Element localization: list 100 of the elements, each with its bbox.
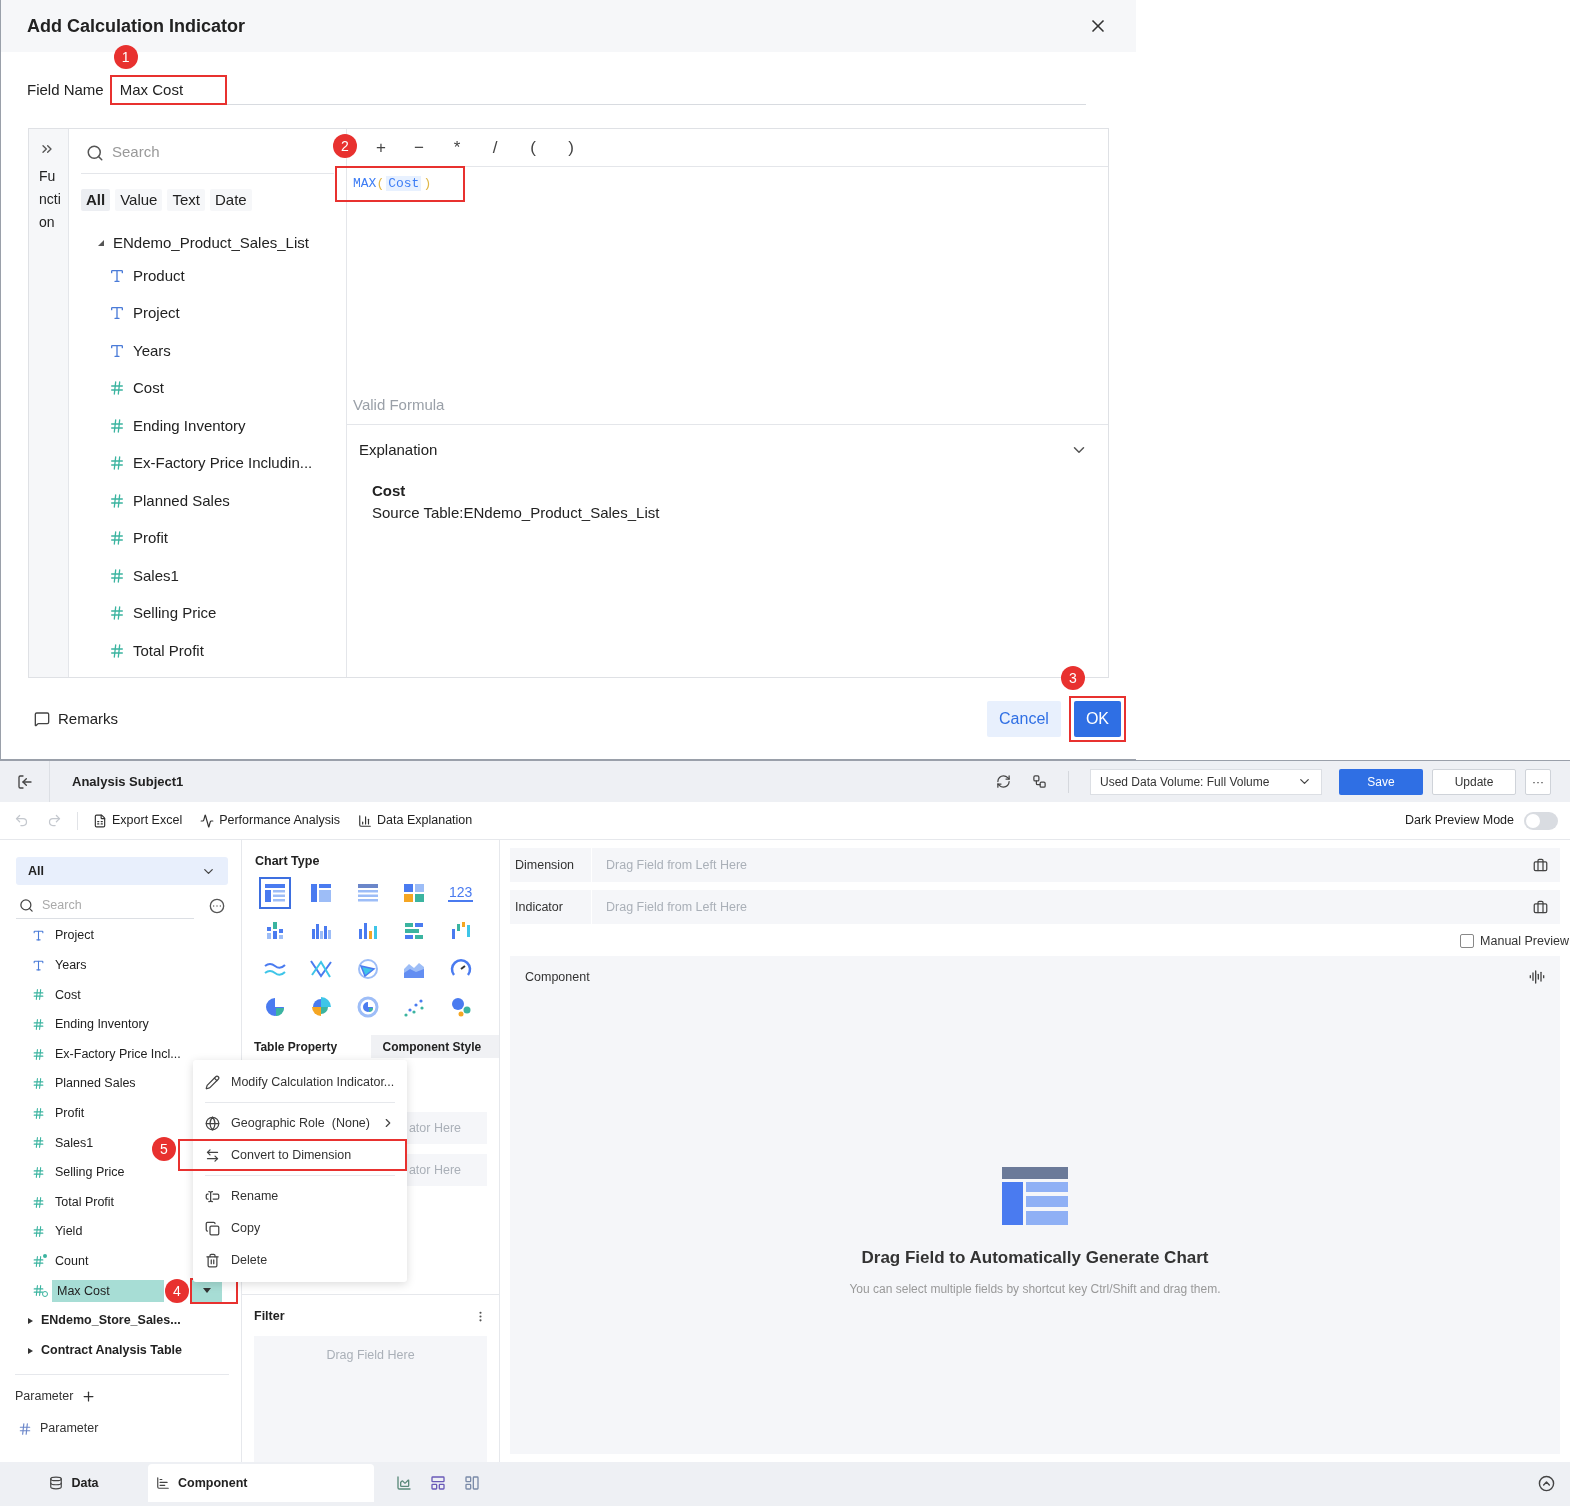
count-field-icon xyxy=(32,1254,45,1268)
number-type-icon xyxy=(109,492,125,509)
more-options-icon[interactable] xyxy=(209,898,225,914)
field-tree-item[interactable]: Selling Price xyxy=(81,594,334,632)
field-tree-item[interactable]: Profit xyxy=(81,519,334,557)
add-panel-icon[interactable] xyxy=(464,1475,480,1491)
field-item[interactable]: Total Profit xyxy=(55,1192,115,1212)
field-tree-item[interactable]: Project xyxy=(81,294,334,332)
field-shelf[interactable]: Indicator Drag Field from Left Here xyxy=(510,890,1560,924)
filter-tab[interactable]: Text xyxy=(167,189,205,211)
data-table-item[interactable]: ENdemo_Store_Sales... xyxy=(41,1311,181,1331)
swap-arrows-icon xyxy=(205,1147,220,1163)
filter-tab[interactable]: Value xyxy=(115,189,163,211)
more-button[interactable]: ··· xyxy=(1525,768,1551,795)
operator-button[interactable]: / xyxy=(485,134,505,161)
number-type-icon xyxy=(32,1106,45,1120)
field-shelf[interactable]: Dimension Drag Field from Left Here xyxy=(510,848,1560,882)
menu-item[interactable]: Rename xyxy=(193,1180,407,1212)
collapsed-triangle-icon[interactable] xyxy=(26,1316,34,1325)
expanded-triangle-icon[interactable] xyxy=(97,239,105,247)
toolbar-action[interactable]: Export Excel xyxy=(112,811,183,830)
field-item[interactable]: Years xyxy=(55,956,87,975)
highlight-frame xyxy=(1068,696,1126,742)
number-type-icon xyxy=(32,1195,45,1209)
menu-item[interactable]: Delete xyxy=(193,1244,407,1276)
database-icon xyxy=(49,1476,64,1490)
briefcase-icon[interactable] xyxy=(1533,899,1548,915)
briefcase-icon[interactable] xyxy=(1533,857,1548,873)
field-item[interactable]: Project xyxy=(55,926,94,946)
text-type-icon xyxy=(32,958,45,972)
table-tree-item[interactable]: ENdemo_Product_Sales_List xyxy=(81,229,334,257)
operator-button[interactable]: ) xyxy=(561,134,581,161)
operator-button[interactable]: + xyxy=(371,134,391,161)
parameter-item[interactable]: Parameter xyxy=(40,1419,99,1439)
remarks-link[interactable]: Remarks xyxy=(58,707,118,731)
field-item[interactable]: Cost xyxy=(55,985,81,1005)
field-tree-item[interactable]: Total Profit xyxy=(81,632,334,670)
refresh-icon[interactable] xyxy=(996,774,1011,789)
bottom-tab[interactable]: Data xyxy=(0,1464,148,1502)
add-layout-icon[interactable] xyxy=(430,1475,446,1491)
toolbar-action[interactable]: Performance Analysis xyxy=(219,811,341,830)
field-tree-item[interactable]: Cost xyxy=(81,369,334,407)
explanation-title: Explanation xyxy=(359,440,438,460)
formula-expression[interactable]: MAX( Cost ) xyxy=(353,174,432,194)
component-title: Component xyxy=(525,969,590,986)
parameter-title: Parameter xyxy=(15,1387,74,1405)
property-tab[interactable]: Table Property xyxy=(242,1034,371,1059)
field-item[interactable]: Selling Price xyxy=(55,1163,125,1182)
field-item[interactable]: Planned Sales xyxy=(55,1074,136,1094)
ok-button[interactable]: OK xyxy=(1073,701,1121,737)
cancel-button[interactable]: Cancel xyxy=(987,701,1061,737)
field-tree-item[interactable]: Ending Inventory xyxy=(81,407,334,445)
filter-tab[interactable]: All xyxy=(81,189,111,211)
toolbar-action[interactable]: Data Explanation xyxy=(377,811,473,830)
exit-icon[interactable] xyxy=(16,773,33,790)
menu-item[interactable]: Copy xyxy=(193,1212,407,1244)
menu-item[interactable]: Modify Calculation Indicator... xyxy=(193,1066,407,1098)
number-type-icon xyxy=(109,455,125,472)
add-icon[interactable] xyxy=(81,1388,97,1404)
manual-preview-checkbox[interactable] xyxy=(1460,934,1475,948)
filter-title: Filter xyxy=(254,1308,285,1326)
explanation-source: Source Table:ENdemo_Product_Sales_List xyxy=(372,503,661,523)
text-type-icon xyxy=(32,929,45,943)
data-table-item[interactable]: Contract Analysis Table xyxy=(41,1341,182,1361)
field-item[interactable]: Count xyxy=(55,1251,89,1271)
scope-select[interactable]: All xyxy=(16,857,228,885)
number-type-icon xyxy=(109,380,125,397)
field-tree-item[interactable]: Sales1 xyxy=(81,557,334,595)
add-chart-icon[interactable] xyxy=(396,1475,412,1491)
menu-item[interactable]: Geographic Role (None) xyxy=(193,1107,407,1139)
data-volume-select[interactable]: Used Data Volume: Full Volume xyxy=(1090,768,1322,795)
operator-button[interactable]: − xyxy=(409,134,429,161)
chart-type-button[interactable] xyxy=(259,876,291,909)
field-item[interactable]: Profit xyxy=(55,1104,85,1123)
chart-type-button[interactable]: 123 xyxy=(444,876,477,909)
save-button[interactable]: Save xyxy=(1339,768,1423,795)
field-item[interactable]: Max Cost xyxy=(57,1281,110,1301)
field-item[interactable]: Ex-Factory Price Incl... xyxy=(55,1044,181,1064)
field-tree-item[interactable]: Ex-Factory Price Includin... xyxy=(81,444,334,482)
field-item[interactable]: Ending Inventory xyxy=(55,1015,149,1034)
text-type-icon xyxy=(109,267,125,284)
barcode-lines-icon[interactable] xyxy=(1529,969,1545,986)
collapse-up-icon[interactable] xyxy=(1538,1475,1555,1492)
rename-icon xyxy=(205,1188,220,1204)
field-tree-item[interactable]: Product xyxy=(81,257,334,295)
text-type-icon xyxy=(109,305,125,322)
filter-tab[interactable]: Date xyxy=(209,189,252,211)
field-item[interactable]: Sales1 xyxy=(55,1133,94,1153)
operator-button[interactable]: ( xyxy=(523,134,543,161)
dark-preview-toggle[interactable] xyxy=(1524,811,1558,830)
menu-item[interactable]: Convert to Dimension xyxy=(193,1139,407,1171)
function-tab[interactable]: Function xyxy=(39,165,61,234)
operator-button[interactable]: * xyxy=(447,134,467,161)
field-tree-item[interactable]: Years xyxy=(81,332,334,370)
bottom-tab[interactable]: Component xyxy=(148,1464,374,1502)
field-item[interactable]: Yield xyxy=(55,1222,83,1242)
update-button[interactable]: Update xyxy=(1432,768,1516,795)
field-tree-item[interactable]: Planned Sales xyxy=(81,482,334,520)
flow-icon[interactable] xyxy=(1032,774,1047,789)
collapsed-triangle-icon[interactable] xyxy=(26,1346,34,1355)
